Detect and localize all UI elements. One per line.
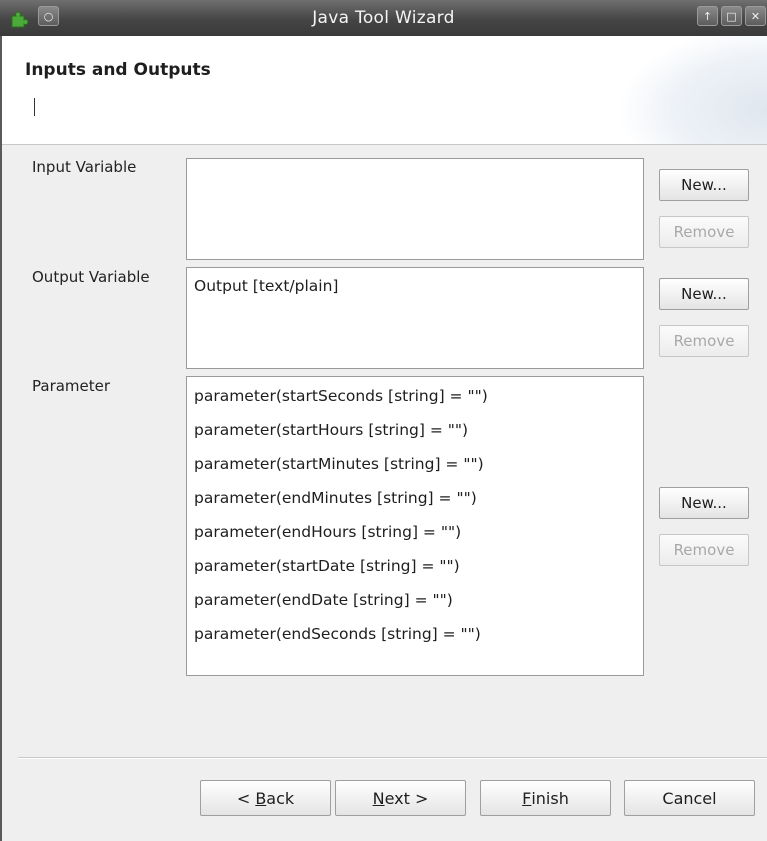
- output-new-button[interactable]: New...: [659, 278, 749, 310]
- output-remove-button[interactable]: Remove: [659, 325, 749, 357]
- input-remove-button[interactable]: Remove: [659, 216, 749, 248]
- list-item[interactable]: parameter(startMinutes [string] = ""): [187, 447, 643, 481]
- wizard-header: Inputs and Outputs: [2, 36, 767, 145]
- list-item[interactable]: parameter(endMinutes [string] = ""): [187, 481, 643, 515]
- finish-mnemonic: F: [522, 788, 532, 808]
- input-variable-label: Input Variable: [32, 158, 137, 176]
- finish-rest: inish: [531, 788, 569, 808]
- list-item[interactable]: parameter(endDate [string] = ""): [187, 583, 643, 617]
- back-prefix: <: [236, 788, 256, 808]
- next-mnemonic: N: [372, 788, 385, 808]
- parameter-remove-button[interactable]: Remove: [659, 534, 749, 566]
- list-item[interactable]: parameter(startSeconds [string] = ""): [187, 379, 643, 413]
- window-border: [0, 36, 2, 841]
- output-variable-label: Output Variable: [32, 268, 150, 286]
- title-bar[interactable]: ○ Java Tool Wizard ↑ □ ✕: [0, 0, 767, 37]
- text-caret: [34, 98, 35, 116]
- window-title: Java Tool Wizard: [312, 8, 455, 28]
- header-decoration: [617, 36, 767, 144]
- back-rest: ack: [266, 788, 295, 808]
- list-item[interactable]: parameter(startDate [string] = ""): [187, 549, 643, 583]
- input-new-button[interactable]: New...: [659, 169, 749, 201]
- parameter-new-button[interactable]: New...: [659, 487, 749, 519]
- maximize-button[interactable]: □: [721, 6, 742, 26]
- up-icon: ↑: [702, 9, 713, 23]
- cancel-button[interactable]: Cancel: [624, 780, 755, 816]
- shade-button[interactable]: ↑: [697, 6, 718, 26]
- close-icon: ✕: [750, 9, 761, 23]
- next-rest: ext >: [384, 788, 429, 808]
- list-item[interactable]: parameter(endSeconds [string] = ""): [187, 617, 643, 651]
- wizard-window: ○ Java Tool Wizard ↑ □ ✕ Inputs and Outp…: [0, 0, 767, 841]
- list-item[interactable]: Output [text/plain]: [187, 272, 643, 300]
- finish-button[interactable]: Finish: [480, 780, 611, 816]
- parameter-list[interactable]: parameter(startSeconds [string] = "") pa…: [186, 376, 644, 676]
- list-item[interactable]: parameter(endHours [string] = ""): [187, 515, 643, 549]
- parameter-label: Parameter: [32, 377, 111, 395]
- list-item[interactable]: parameter(startHours [string] = ""): [187, 413, 643, 447]
- next-button[interactable]: Next >: [335, 780, 466, 816]
- input-variable-list[interactable]: [186, 158, 644, 260]
- back-mnemonic: B: [255, 788, 267, 808]
- back-button[interactable]: < Back: [200, 780, 331, 816]
- maximize-icon: □: [726, 9, 737, 23]
- close-button[interactable]: ✕: [745, 6, 766, 26]
- output-variable-list[interactable]: Output [text/plain]: [186, 267, 644, 369]
- footer-separator: [18, 757, 767, 759]
- page-title: Inputs and Outputs: [25, 60, 211, 80]
